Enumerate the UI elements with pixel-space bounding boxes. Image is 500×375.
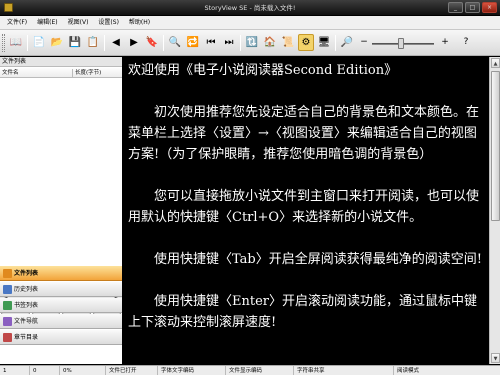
title-bar: StoryView SE - 尚未载入文件! _ □ × [0, 0, 500, 16]
prev-chapter-icon[interactable]: ⏮ [203, 34, 219, 51]
find-icon[interactable]: 🔍 [167, 34, 183, 51]
menu-bar: 文件(F) 编辑(E) 视图(V) 设置(S) 帮助(H) [0, 16, 500, 30]
nav-label: 历史列表 [14, 286, 39, 293]
new-file-icon[interactable]: 📄 [31, 34, 47, 51]
nav-label: 章节目录 [14, 334, 39, 341]
toolbar: 📖 📄 📂 💾 📋 ◀ ▶ 🔖 🔍 🔁 ⏮ ⏭ 🔃 🏠 📜 ⚙ 🖥 🔎 − + … [0, 30, 500, 56]
status-file-state: 文件已打开 [106, 366, 158, 375]
toolbar-separator [240, 35, 241, 51]
panel-title: 文件列表 [0, 57, 122, 67]
welcome-heading: 欢迎使用《电子小说阅读器Second Edition》 [128, 63, 398, 78]
status-column: 0 [30, 366, 60, 375]
menu-file[interactable]: 文件(F) [2, 16, 32, 30]
nav-label: 文件列表 [14, 270, 39, 277]
scroll-up-icon[interactable]: ▲ [491, 58, 500, 68]
toolbar-separator [163, 35, 164, 51]
paragraph: 您可以直接拖放小说文件到主窗口来打开阅读，也可以使用默认的快捷键〈Ctrl+O〉… [128, 189, 480, 225]
menu-settings[interactable]: 设置(S) [93, 16, 124, 30]
file-nav-icon [3, 317, 12, 326]
file-list-icon [3, 269, 12, 278]
history-icon [3, 285, 12, 294]
nav-history[interactable]: 历史列表 [0, 282, 122, 297]
open-folder-icon[interactable]: 📂 [49, 34, 65, 51]
menu-help[interactable]: 帮助(H) [124, 16, 155, 30]
vertical-scrollbar[interactable]: ▲ ▼ [489, 57, 500, 364]
zoom-icon[interactable]: 🔎 [339, 34, 355, 51]
column-divider[interactable] [72, 69, 73, 77]
reader-icon[interactable]: 📖 [8, 34, 24, 51]
paragraph: 使用快捷键〈Enter〉开启滚动阅读功能，通过鼠标中键上下滚动来控制滚屏速度! [128, 294, 477, 330]
minimize-button[interactable]: _ [448, 2, 463, 13]
nav-label: 文件导航 [14, 318, 39, 325]
home-icon[interactable]: 🏠 [262, 34, 278, 51]
status-display-encoding: 文件显示编码 [226, 366, 294, 375]
file-list[interactable] [0, 78, 122, 291]
status-string-share: 字符串共享 [294, 366, 394, 375]
window-title: StoryView SE - 尚未载入文件! [204, 4, 296, 12]
toolbar-grip [2, 34, 5, 52]
scroll-thumb[interactable] [491, 71, 500, 221]
nav-chapters[interactable]: 章节目录 [0, 330, 122, 345]
bookmark-list-icon [3, 301, 12, 310]
status-progress: 0% [60, 366, 106, 375]
copy-icon[interactable]: 📋 [85, 34, 101, 51]
zoom-out-icon[interactable]: − [356, 34, 372, 51]
menu-edit[interactable]: 编辑(E) [32, 16, 62, 30]
back-icon[interactable]: ◀ [108, 34, 124, 51]
nav-label: 书签列表 [14, 302, 39, 309]
forward-icon[interactable]: ▶ [126, 34, 142, 51]
nav-file-navigation[interactable]: 文件导航 [0, 314, 122, 329]
toolbar-separator [335, 35, 336, 51]
scroll-down-icon[interactable]: ▼ [491, 353, 500, 363]
save-icon[interactable]: 💾 [67, 34, 83, 51]
column-size[interactable]: 长度(字节) [75, 68, 101, 78]
status-line: 1 [0, 366, 30, 375]
paragraph: 初次使用推荐您先设定适合自己的背景色和文本颜色。在菜单栏上选择〈设置〉→〈视图设… [128, 105, 480, 162]
list-header: 文件名 长度(字节) [0, 68, 122, 78]
next-chapter-icon[interactable]: ⏭ [221, 34, 237, 51]
reader-text: 欢迎使用《电子小说阅读器Second Edition》 初次使用推荐您先设定适合… [128, 60, 484, 333]
app-icon [4, 3, 13, 12]
scroll-icon[interactable]: 📜 [280, 34, 296, 51]
status-bar: 1 0 0% 文件已打开 字体文字编码 文件显示编码 字符串共享 阅读模式 [0, 365, 500, 375]
fullscreen-icon[interactable]: 🖥 [316, 34, 332, 51]
reading-area[interactable]: 欢迎使用《电子小说阅读器Second Edition》 初次使用推荐您先设定适合… [124, 57, 489, 364]
toolbar-separator [27, 35, 28, 51]
chapter-icon [3, 333, 12, 342]
status-mode: 阅读模式 [397, 368, 420, 374]
replace-icon[interactable]: 🔁 [185, 34, 201, 51]
refresh-icon[interactable]: 🔃 [244, 34, 260, 51]
nav-file-list[interactable]: 文件列表 [0, 266, 122, 281]
status-font-encoding: 字体文字编码 [158, 366, 226, 375]
help-icon[interactable]: ? [458, 34, 474, 51]
nav-bookmarks[interactable]: 书签列表 [0, 298, 122, 313]
close-button[interactable]: × [482, 2, 497, 13]
bookmark-icon[interactable]: 🔖 [144, 34, 160, 51]
sidebar: 文件列表 文件名 长度(字节) ◀ ▶ 打开 添加 删除 列表 文件列表 历史列… [0, 57, 122, 364]
zoom-in-icon[interactable]: + [437, 34, 453, 51]
slider-thumb[interactable] [398, 38, 404, 49]
paragraph: 使用快捷键〈Tab〉开启全屏阅读获得最纯净的阅读空间! [154, 252, 482, 267]
menu-view[interactable]: 视图(V) [63, 16, 94, 30]
settings-icon[interactable]: ⚙ [298, 34, 314, 51]
maximize-button[interactable]: □ [465, 2, 480, 13]
column-filename[interactable]: 文件名 [2, 68, 19, 78]
toolbar-separator [104, 35, 105, 51]
